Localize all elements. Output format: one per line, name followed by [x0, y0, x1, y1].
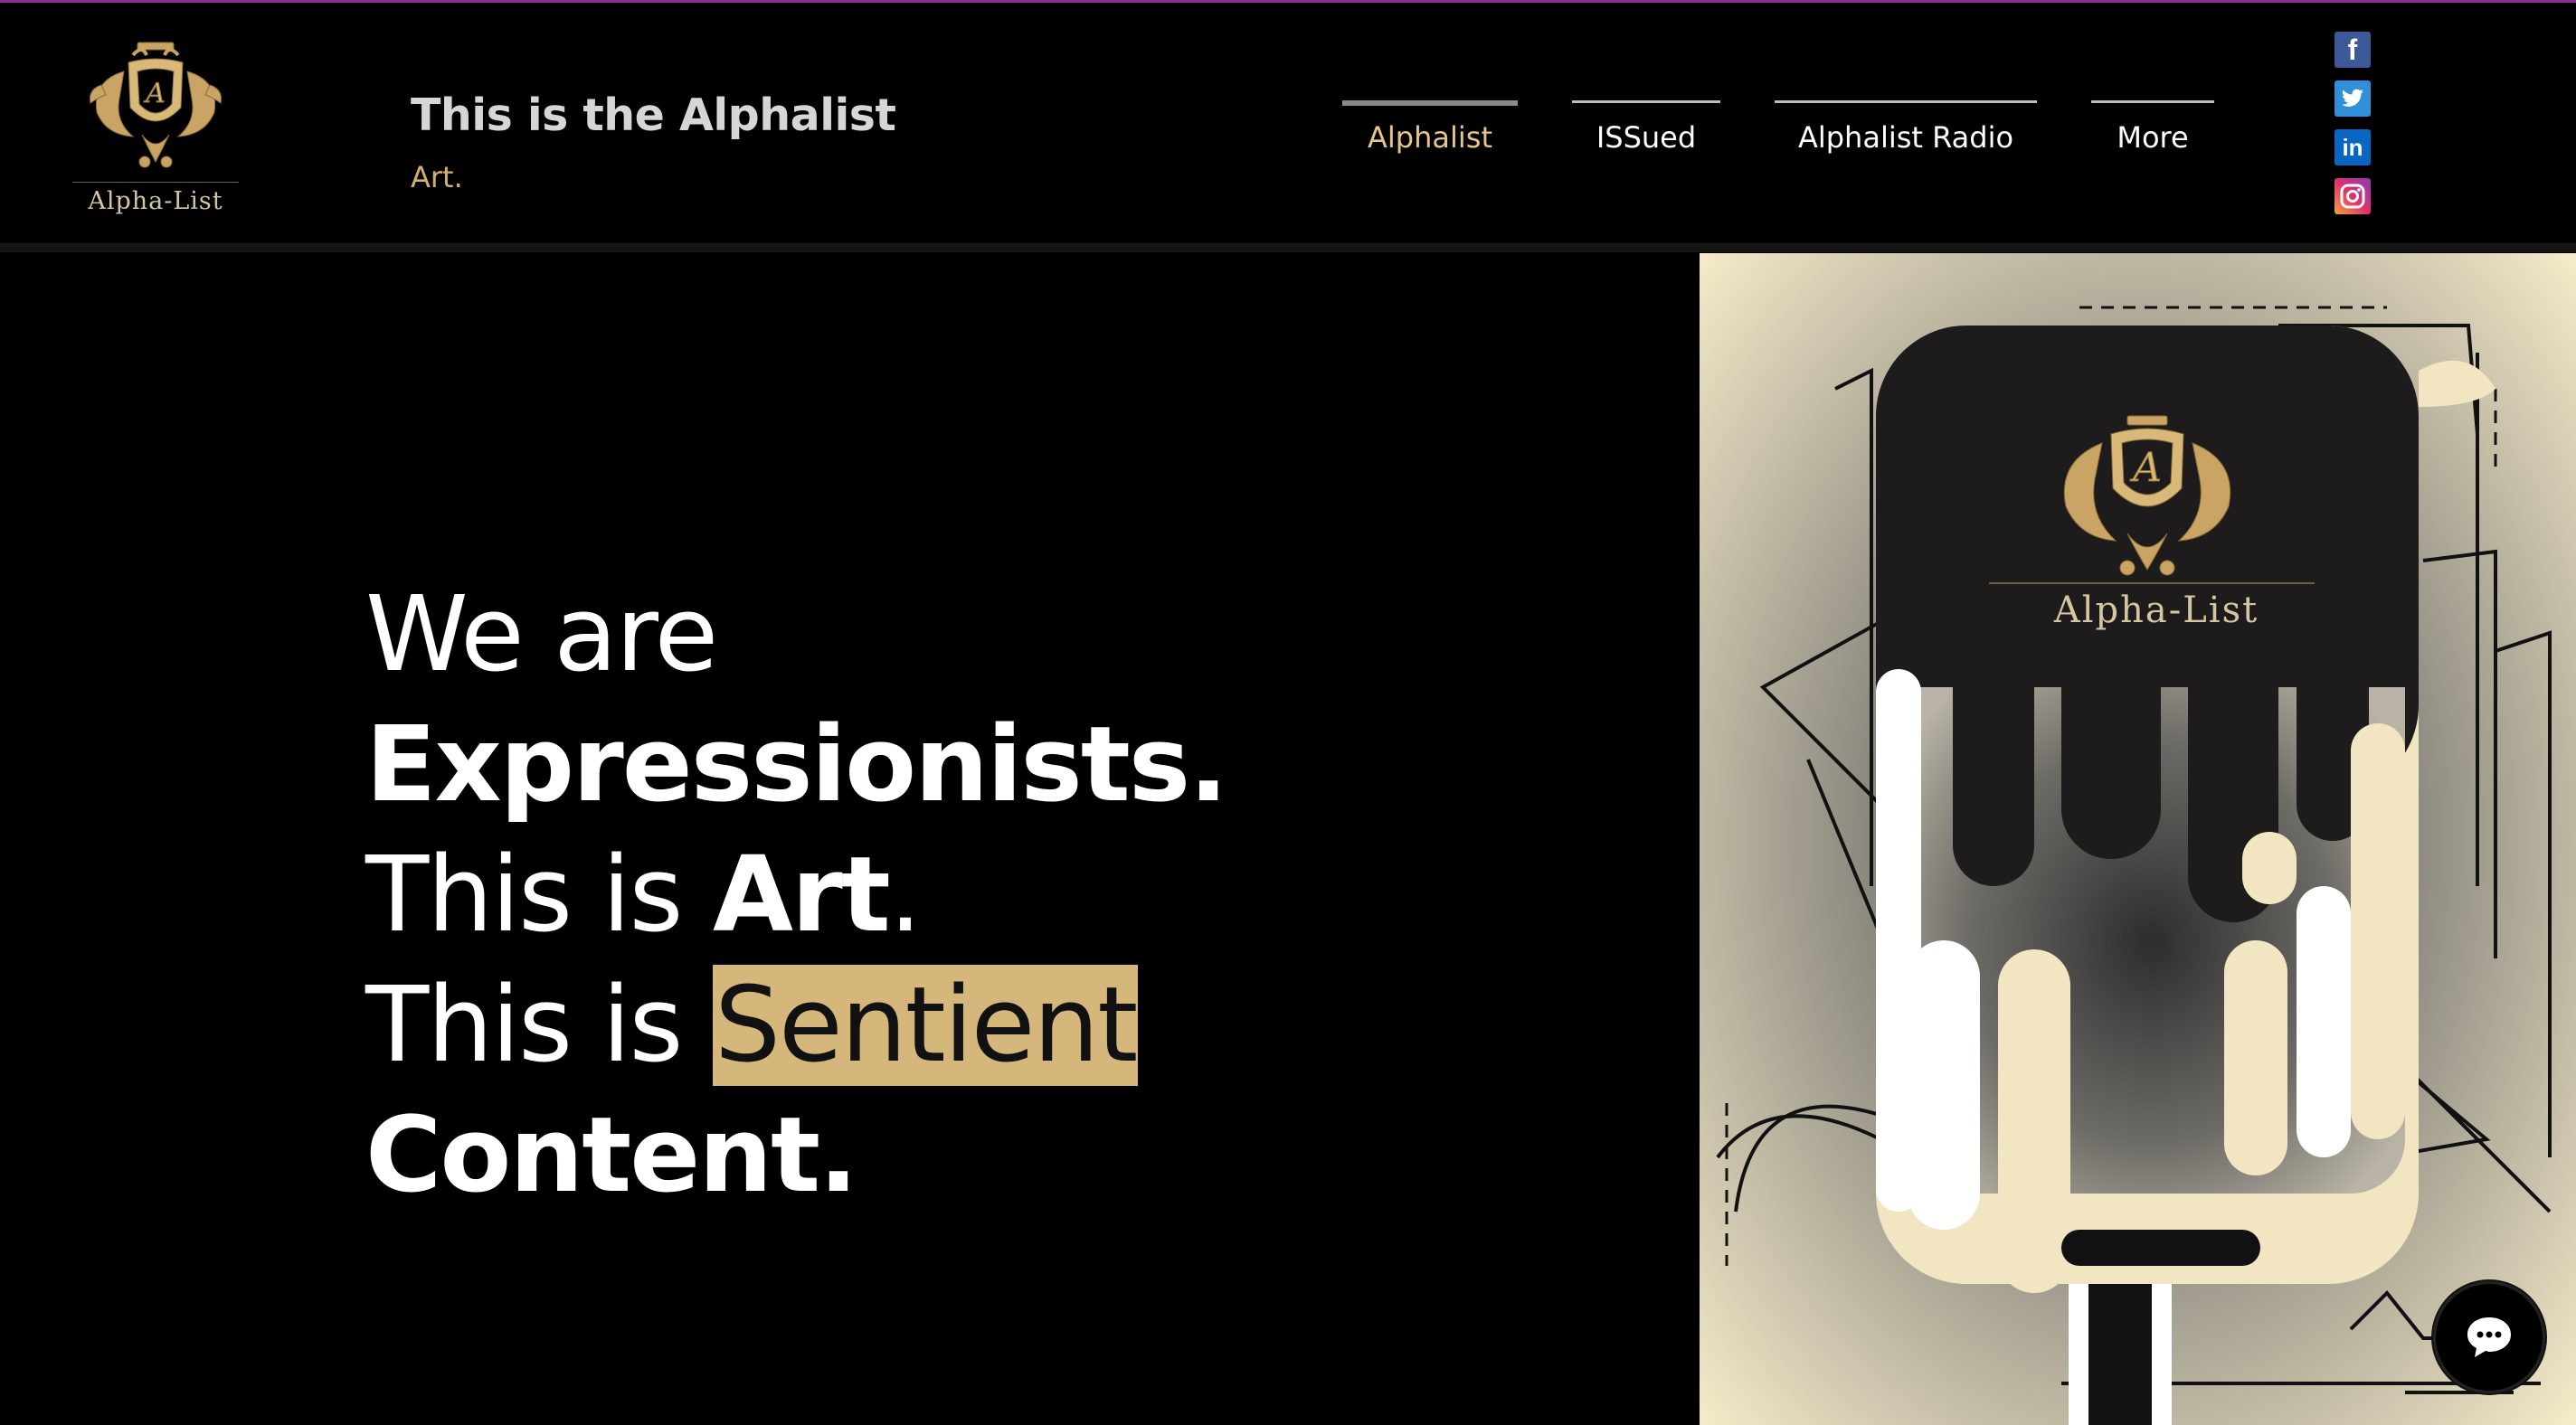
nav-label: ISSued [1596, 120, 1697, 155]
hero-line-3-prefix: This is [365, 835, 713, 956]
hero-line-3-suffix: . [888, 835, 923, 956]
chat-icon [2467, 1317, 2511, 1357]
hero-line-5: Content. [365, 1090, 1226, 1221]
alpha-list-melting-sign-art: A Alpha-List [1700, 253, 2576, 1425]
art-logo-text: Alpha-List [2053, 590, 2259, 631]
linkedin-icon[interactable]: in [2334, 129, 2371, 165]
hero-artwork: A Alpha-List [1700, 253, 2576, 1425]
linkedin-glyph: in [2342, 133, 2363, 161]
site-logo[interactable]: A Alpha-List [65, 35, 246, 221]
svg-text:A: A [2129, 445, 2162, 491]
nav-indicator [1775, 100, 2037, 103]
hero-line-3: This is Art. [365, 830, 1226, 960]
hero-line-1: We are [365, 574, 718, 695]
hero-bold-expressionists: Expressionists. [365, 704, 1228, 826]
hero-line-2: Expressionists. [365, 700, 1228, 830]
hero-line-4-prefix: This is [365, 965, 713, 1086]
facebook-glyph: f [2347, 33, 2358, 66]
site-title[interactable]: This is the Alphalist [411, 90, 896, 141]
nav-indicator [1572, 100, 1720, 103]
twitter-icon[interactable] [2334, 80, 2371, 117]
logo-text: Alpha-List [88, 187, 223, 215]
nav-item-alphalist[interactable]: Alphalist [1342, 100, 1518, 173]
site-subtitle: Art. [411, 160, 463, 194]
nav-item-alphalist-radio[interactable]: Alphalist Radio [1775, 100, 2037, 173]
facebook-icon[interactable]: f [2334, 32, 2371, 68]
nav-label: More [2117, 120, 2189, 155]
site-header: A Alpha-List This is the Alphalist Art. … [0, 3, 2576, 243]
svg-text:A: A [143, 78, 166, 109]
hero-line-4: This is Sentient [365, 960, 1226, 1090]
nav-label: Alphalist [1368, 120, 1492, 155]
nav-indicator [1342, 100, 1518, 106]
nav-item-more[interactable]: More [2091, 100, 2214, 173]
hero-bold-content: Content. [365, 1095, 858, 1216]
chat-button[interactable] [2433, 1281, 2545, 1393]
logo-divider [72, 182, 239, 183]
instagram-camera-icon [2340, 184, 2365, 209]
twitter-bird-icon [2342, 89, 2363, 107]
instagram-icon[interactable] [2334, 178, 2371, 214]
hero-headline: We are Expressionists. This is Art. This… [365, 570, 1228, 1221]
hero-highlight-sentient: Sentient [712, 965, 1138, 1086]
nav-item-issued[interactable]: ISSued [1572, 100, 1720, 173]
nav-label: Alphalist Radio [1797, 120, 2014, 155]
header-divider [0, 243, 2576, 252]
hero-bold-art: Art [712, 835, 891, 956]
crest-icon: A [90, 42, 222, 168]
nav-indicator [2091, 100, 2214, 103]
